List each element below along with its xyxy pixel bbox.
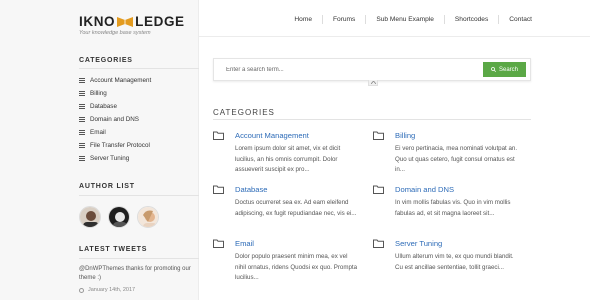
nav-forums[interactable]: Forums	[333, 16, 355, 23]
sidebar-divider	[79, 68, 199, 69]
category-card-title[interactable]: Domain and DNS	[395, 185, 454, 194]
category-card-title[interactable]: Server Tuning	[395, 239, 442, 248]
sidebar-category-list: Account Management Billing Database Doma…	[79, 74, 199, 165]
person-avatar-icon	[80, 207, 100, 227]
folder-icon	[373, 131, 384, 140]
folder-icon	[213, 239, 224, 248]
logo-tagline: Your knowledge base system	[79, 30, 151, 36]
folder-icon	[213, 131, 224, 140]
sidebar-item-label: Billing	[90, 90, 107, 97]
list-icon	[79, 117, 85, 122]
sidebar-divider	[79, 258, 199, 259]
sidebar-item-label: Domain and DNS	[90, 116, 139, 123]
book-logo-icon	[117, 17, 134, 27]
sidebar-item-email[interactable]: Email	[79, 126, 199, 139]
search-icon	[491, 67, 496, 72]
author-avatar[interactable]	[137, 206, 159, 228]
nav-separator	[365, 15, 367, 24]
person-avatar-icon	[138, 207, 158, 227]
tweet-date-label: January 14th, 2017	[88, 287, 136, 293]
header-divider	[199, 36, 590, 37]
sidebar-item-file-transfer-protocol[interactable]: File Transfer Protocol	[79, 139, 199, 152]
main-divider	[213, 119, 531, 120]
sidebar-divider	[79, 195, 199, 196]
list-icon	[79, 78, 85, 83]
sidebar-item-label: Database	[90, 103, 117, 110]
search-input[interactable]	[214, 59, 482, 80]
search-button-label: Search	[498, 66, 518, 73]
sidebar-item-label: File Transfer Protocol	[90, 142, 150, 149]
nav-home[interactable]: Home	[294, 16, 312, 23]
category-card-title[interactable]: Database	[235, 185, 268, 194]
sidebar-item-label: Account Management	[90, 77, 152, 84]
nav-shortcodes[interactable]: Shortcodes	[455, 16, 488, 23]
logo-text-part1: IKNO	[79, 13, 116, 29]
nav-separator	[498, 15, 500, 24]
category-card-text: Ullum alterum vim te, ex quo mundi bland…	[395, 253, 514, 271]
list-icon	[79, 143, 85, 148]
search-collapse-toggle[interactable]	[368, 80, 378, 86]
list-icon	[79, 130, 85, 135]
nav-separator	[443, 15, 445, 24]
list-icon	[79, 156, 85, 161]
clock-icon	[79, 287, 84, 293]
author-avatars	[79, 206, 166, 228]
person-avatar-icon	[109, 207, 129, 227]
nav-sub-menu-example[interactable]: Sub Menu Example	[376, 16, 434, 23]
sidebar-tweets-title: LATEST TWEETS	[79, 246, 148, 253]
site-logo[interactable]: IKNO LEDGE Your knowledge base system	[79, 13, 189, 37]
tweet-text: @DnWPThemes thanks for promoting our the…	[79, 266, 191, 281]
top-navigation: Home Forums Sub Menu Example Shortcodes …	[294, 15, 532, 24]
sidebar-item-database[interactable]: Database	[79, 100, 199, 113]
sidebar-item-server-tuning[interactable]: Server Tuning	[79, 152, 199, 165]
category-card-title[interactable]: Account Management	[235, 131, 309, 140]
sidebar-item-label: Email	[90, 129, 106, 136]
category-card-text: In vim mollis fabulas vis. Quo in vim mo…	[395, 199, 511, 217]
folder-icon	[373, 185, 384, 194]
category-card-title[interactable]: Billing	[395, 131, 415, 140]
chevron-up-icon	[370, 81, 376, 84]
sidebar-item-domain-and-dns[interactable]: Domain and DNS	[79, 113, 199, 126]
tweet-date: January 14th, 2017	[79, 287, 135, 293]
sidebar-item-label: Server Tuning	[90, 155, 130, 162]
category-card-text: Ei vero pertinacia, mea nominati volutpa…	[395, 145, 518, 173]
folder-icon	[373, 239, 384, 248]
list-icon	[79, 91, 85, 96]
category-card-text: Dolor populo praesent minim mea, ex vel …	[235, 253, 358, 281]
category-card-text: Lorem ipsum dolor sit amet, vix et dicit…	[235, 145, 341, 173]
main-categories-title: CATEGORIES	[213, 108, 275, 117]
sidebar-authors-title: AUTHOR LIST	[79, 183, 135, 190]
nav-separator	[322, 15, 323, 24]
category-card-title[interactable]: Email	[235, 239, 254, 248]
category-card-text: Doctus ocurreret sea ex. Ad eam eleifend…	[235, 199, 357, 217]
search-bar: Search	[213, 58, 531, 81]
author-avatar[interactable]	[79, 206, 101, 228]
logo-text-part2: LEDGE	[135, 13, 185, 29]
sidebar-categories-title: CATEGORIES	[79, 57, 133, 64]
nav-contact[interactable]: Contact	[509, 16, 532, 23]
author-avatar[interactable]	[108, 206, 130, 228]
sidebar-item-account-management[interactable]: Account Management	[79, 74, 199, 87]
folder-icon	[213, 185, 224, 194]
sidebar-item-billing[interactable]: Billing	[79, 87, 199, 100]
search-button[interactable]: Search	[483, 62, 526, 77]
list-icon	[79, 104, 85, 109]
